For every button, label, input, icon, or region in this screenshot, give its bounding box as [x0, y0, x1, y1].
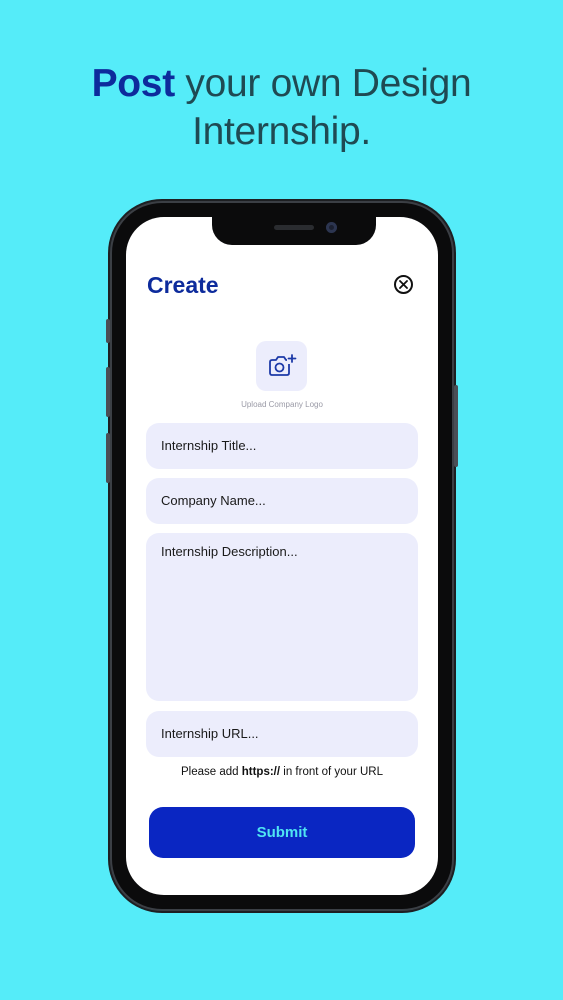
- phone-notch: [212, 217, 376, 245]
- phone-screen: Create Upload Company Logo Internship Ti…: [126, 217, 438, 895]
- submit-button[interactable]: Submit: [149, 807, 415, 858]
- url-hint-after: in front of your URL: [280, 766, 383, 778]
- headline-line-2: Internship.: [192, 110, 371, 153]
- headline-line-1-rest: your own Design: [174, 62, 472, 105]
- internship-url-input[interactable]: Internship URL...: [146, 711, 418, 757]
- phone-volume-down: [106, 433, 110, 483]
- close-button[interactable]: [394, 275, 413, 294]
- phone-volume-up: [106, 367, 110, 417]
- speaker-grille: [274, 225, 314, 230]
- upload-logo-button[interactable]: [256, 341, 307, 391]
- headline-line-1: Post your own Design: [0, 60, 563, 108]
- internship-description-input[interactable]: Internship Description...: [146, 533, 418, 701]
- phone-power-button: [454, 385, 458, 467]
- page-title: Create: [147, 272, 219, 298]
- company-name-input[interactable]: Company Name...: [146, 478, 418, 524]
- internship-title-input[interactable]: Internship Title...: [146, 423, 418, 469]
- headline-accent: Post: [91, 62, 176, 105]
- front-camera: [326, 222, 337, 233]
- headline: Post your own Design Internship.: [0, 60, 563, 156]
- camera-plus-icon: [268, 354, 296, 376]
- phone-mute-switch: [106, 319, 110, 343]
- upload-logo-caption: Upload Company Logo: [241, 400, 323, 409]
- phone-frame: Create Upload Company Logo Internship Ti…: [106, 203, 458, 909]
- url-hint-bold: https://: [241, 766, 281, 778]
- url-hint: Please add https:// in front of your URL: [126, 766, 438, 778]
- close-icon: [399, 280, 408, 289]
- url-hint-before: Please add: [181, 766, 242, 778]
